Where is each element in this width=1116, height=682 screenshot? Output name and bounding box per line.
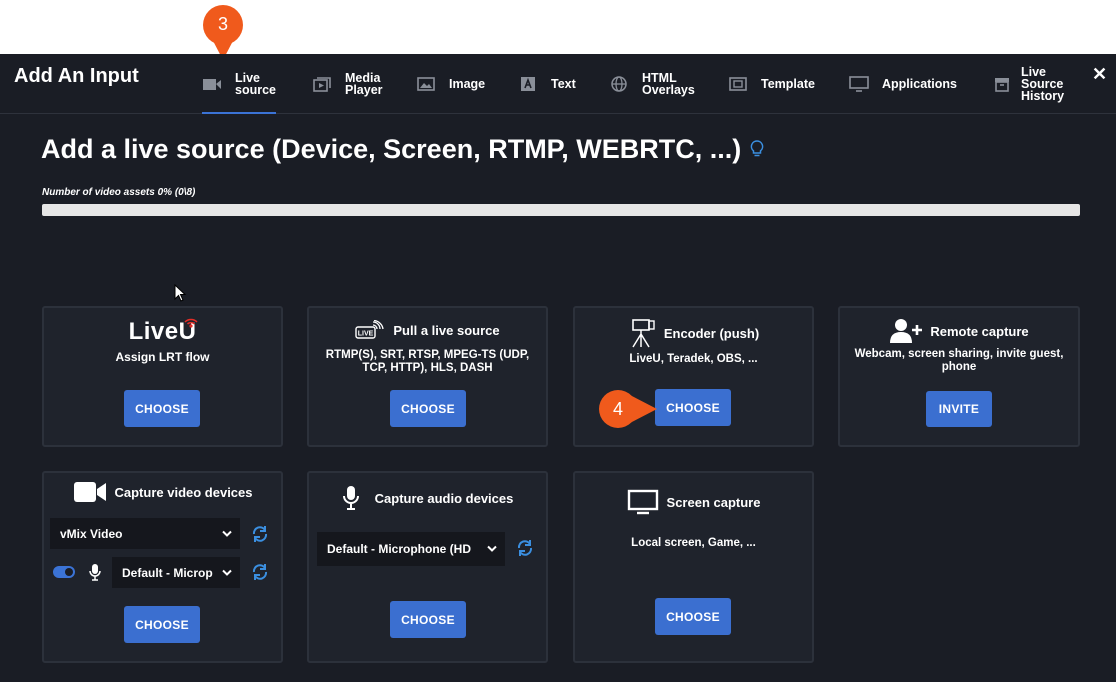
pull-title: Pull a live source [393, 322, 500, 338]
encoder-title-row: Encoder (push) [575, 318, 812, 348]
tab-image[interactable]: Image [416, 54, 485, 113]
step-4-marker: 4 [594, 389, 658, 429]
screen-subtitle: Local screen, Game, ... [631, 537, 756, 549]
audio-title-row: Capture audio devices [309, 485, 546, 511]
screen-title: Screen capture [666, 494, 761, 510]
dialog-title: Add An Input [14, 65, 139, 87]
refresh-audio-input-icon[interactable] [516, 539, 534, 557]
tab-label: HTML Overlays [642, 70, 695, 97]
card-capture-video: Capture video devices vMix Video Default… [42, 471, 283, 663]
card-liveu: LiveU Assign LRT flow CHOOSE [42, 306, 283, 447]
pull-title-row: LIVE Pull a live source [309, 320, 546, 340]
liveu-signal-icon [184, 318, 198, 328]
chevron-down-icon [222, 530, 232, 537]
remote-title-row: Remote capture [840, 318, 1078, 344]
close-icon[interactable]: ✕ [1092, 65, 1107, 83]
monitor-icon [627, 489, 658, 515]
camera-tripod-icon [632, 319, 655, 348]
audio-input-select[interactable]: Default - Microphone (HD [317, 532, 505, 566]
add-input-dialog: Add An Input Live source Media Player Im… [0, 54, 1116, 682]
audio-input-value: Default - Microphone (HD [327, 542, 471, 556]
video-title: Capture video devices [114, 484, 253, 500]
monitor-icon [849, 75, 869, 92]
media-player-icon [312, 76, 332, 92]
remote-invite-button[interactable]: INVITE [926, 391, 992, 427]
remote-title: Remote capture [930, 323, 1029, 339]
tab-applications[interactable]: Applications [849, 54, 957, 113]
pull-choose-button[interactable]: CHOOSE [390, 390, 466, 427]
remote-subtitle: Webcam, screen sharing, invite guest, ph… [854, 348, 1064, 373]
archive-icon [992, 76, 1012, 92]
audio-device-value: Default - Microp [122, 565, 213, 580]
tab-label: Text [551, 76, 576, 91]
microphone-icon [342, 486, 359, 510]
audio-title: Capture audio devices [374, 490, 514, 506]
tab-label: Live source [235, 70, 276, 97]
encoder-title: Encoder (push) [663, 325, 760, 341]
live-stream-icon: LIVE [355, 320, 385, 339]
card-capture-audio: Capture audio devices Default - Micropho… [307, 471, 548, 663]
tab-label: Live Source History [1021, 64, 1065, 103]
microphone-icon [89, 564, 101, 581]
step-4-label: 4 [612, 399, 623, 419]
text-icon [518, 76, 538, 92]
audio-choose-button[interactable]: CHOOSE [390, 601, 466, 638]
globe-icon [609, 75, 629, 92]
refresh-audio-icon[interactable] [251, 563, 269, 581]
template-icon [728, 76, 748, 92]
card-remote-capture: Remote capture Webcam, screen sharing, i… [838, 306, 1080, 447]
add-user-icon [890, 319, 923, 343]
top-bar: Add An Input Live source Media Player Im… [0, 54, 1116, 114]
audio-toggle[interactable] [53, 566, 75, 578]
tab-label: Applications [882, 76, 958, 91]
encoder-subtitle: LiveU, Teradek, OBS, ... [629, 353, 758, 365]
pull-subtitle: RTMP(S), SRT, RTSP, MPEG-TS (UDP, TCP, H… [325, 349, 530, 374]
video-assets-progress [42, 204, 1080, 216]
tab-media-player[interactable]: Media Player [312, 54, 383, 113]
step-3-label: 3 [217, 14, 228, 34]
screen-title-row: Screen capture [575, 489, 812, 515]
tab-text[interactable]: Text [518, 54, 576, 113]
card-screen-capture: Screen capture Local screen, Game, ... C… [573, 471, 814, 663]
tab-live-source-history[interactable]: Live Source History [992, 54, 1064, 113]
video-device-select[interactable]: vMix Video [50, 518, 240, 549]
chevron-down-icon [487, 545, 497, 553]
video-device-value: vMix Video [60, 526, 123, 541]
card-pull-live-source: LIVE Pull a live source RTMP(S), SRT, RT… [307, 306, 548, 447]
liveu-subtitle: Assign LRT flow [115, 350, 210, 364]
tab-template[interactable]: Template [728, 54, 815, 113]
mouse-cursor-icon [174, 284, 187, 302]
lightbulb-icon[interactable] [750, 140, 764, 158]
video-camera-icon [73, 482, 106, 502]
tab-label: Template [761, 76, 815, 91]
encoder-choose-button[interactable]: CHOOSE [655, 389, 731, 426]
video-title-row: Capture video devices [44, 481, 281, 503]
audio-device-select[interactable]: Default - Microp [112, 557, 240, 588]
tab-label: Media Player [345, 70, 383, 97]
liveu-logo: LiveU [44, 318, 281, 346]
liveu-choose-button[interactable]: CHOOSE [124, 390, 200, 427]
tab-label: Image [449, 76, 486, 91]
tab-live-source[interactable]: Live source [202, 54, 276, 114]
page-heading: Add a live source (Device, Screen, RTMP,… [41, 134, 742, 164]
tab-html-overlays[interactable]: HTML Overlays [609, 54, 695, 113]
video-choose-button[interactable]: CHOOSE [124, 606, 200, 643]
refresh-video-icon[interactable] [251, 525, 269, 543]
screen-choose-button[interactable]: CHOOSE [655, 598, 731, 635]
image-icon [416, 76, 436, 92]
video-assets-label: Number of video assets 0% (0\8) [42, 187, 196, 198]
chevron-down-icon [222, 569, 232, 576]
camera-icon [202, 76, 222, 92]
svg-text:LIVE: LIVE [358, 331, 374, 338]
